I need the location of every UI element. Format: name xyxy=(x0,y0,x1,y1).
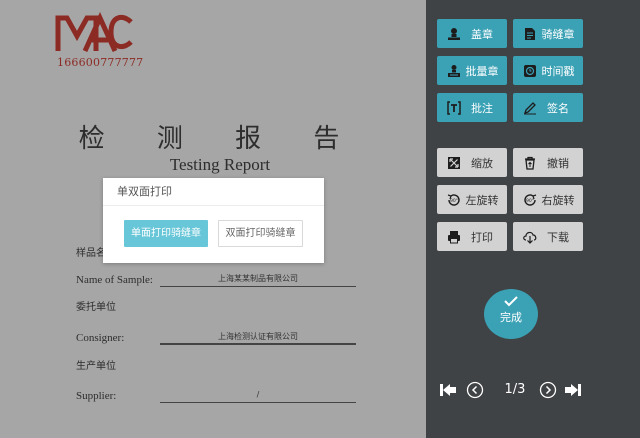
timestamp-label: 时间戳 xyxy=(541,64,575,78)
annotate-button[interactable]: 批注 xyxy=(437,93,507,122)
seal-button[interactable]: 盖章 xyxy=(437,19,507,48)
prev-page-icon[interactable] xyxy=(465,380,485,400)
undo-button[interactable]: 撤销 xyxy=(513,148,583,177)
print-button[interactable]: 打印 xyxy=(437,222,507,251)
download-label: 下载 xyxy=(547,230,569,244)
rotate-left-label: 左旋转 xyxy=(465,193,499,207)
dialog-body: 单面打印骑缝章 双面打印骑缝章 xyxy=(103,206,324,263)
rotate-right-button[interactable]: 90° 右旋转 xyxy=(513,185,583,214)
consigner-label-cn: 委托单位 xyxy=(76,302,116,313)
supplier-value: / xyxy=(160,389,356,403)
sample-name-value: 上海某某制品有限公司 xyxy=(160,273,356,287)
clock-icon xyxy=(521,62,539,80)
seal-icon xyxy=(445,25,463,43)
report-title: 检 测 报 告 xyxy=(78,124,362,154)
sample-name-label-cn: 样品名 xyxy=(76,248,106,259)
seal-label: 盖章 xyxy=(471,27,493,41)
consigner-value: 上海检测认证有限公司 xyxy=(160,331,356,345)
next-page-icon[interactable] xyxy=(538,380,558,400)
download-icon xyxy=(521,228,539,246)
crossing-seal-label: 骑缝章 xyxy=(541,27,575,41)
supplier-label-cn: 生产单位 xyxy=(76,361,116,372)
last-page-icon[interactable] xyxy=(563,380,583,400)
crossing-seal-icon xyxy=(521,25,539,43)
cma-logo xyxy=(55,12,133,53)
sign-button[interactable]: 签名 xyxy=(513,93,583,122)
zoom-button[interactable]: 缩放 xyxy=(437,148,507,177)
certification-number: 166600777777 xyxy=(57,56,144,69)
pen-icon xyxy=(521,99,539,117)
first-page-icon[interactable] xyxy=(438,380,458,400)
undo-label: 撤销 xyxy=(547,156,569,170)
rotate-left-button[interactable]: 90° 左旋转 xyxy=(437,185,507,214)
download-button[interactable]: 下载 xyxy=(513,222,583,251)
done-button[interactable]: 完成 xyxy=(484,289,538,339)
print-mode-dialog: 单双面打印 单面打印骑缝章 双面打印骑缝章 xyxy=(103,178,324,263)
page-indicator: 1/3 xyxy=(504,382,526,397)
zoom-label: 缩放 xyxy=(471,156,493,170)
rotate-right-label: 右旋转 xyxy=(541,193,575,207)
done-label: 完成 xyxy=(500,311,522,324)
single-side-print-button[interactable]: 单面打印骑缝章 xyxy=(124,220,208,247)
report-subtitle: Testing Report xyxy=(169,155,271,174)
check-icon xyxy=(504,296,518,307)
print-label: 打印 xyxy=(471,230,493,244)
batch-seal-icon xyxy=(445,62,463,80)
crossing-seal-button[interactable]: 骑缝章 xyxy=(513,19,583,48)
dialog-title: 单双面打印 xyxy=(103,178,324,206)
consigner-label-en: Consigner: xyxy=(76,332,125,344)
svg-text:90°: 90° xyxy=(450,198,458,204)
batch-seal-label: 批量章 xyxy=(465,64,499,78)
rotate-right-icon: 90° xyxy=(521,191,539,209)
trash-icon xyxy=(521,154,539,172)
timestamp-button[interactable]: 时间戳 xyxy=(513,56,583,85)
sign-label: 签名 xyxy=(547,101,569,115)
svg-text:90°: 90° xyxy=(526,198,534,204)
supplier-label-en: Supplier: xyxy=(76,390,117,402)
printer-icon xyxy=(445,228,463,246)
double-side-print-button[interactable]: 双面打印骑缝章 xyxy=(218,220,303,247)
zoom-icon xyxy=(445,154,463,172)
annotate-icon xyxy=(445,99,463,117)
batch-seal-button[interactable]: 批量章 xyxy=(437,56,507,85)
rotate-left-icon: 90° xyxy=(445,191,463,209)
annotate-label: 批注 xyxy=(471,101,493,115)
sample-name-label-en: Name of Sample: xyxy=(76,274,153,286)
